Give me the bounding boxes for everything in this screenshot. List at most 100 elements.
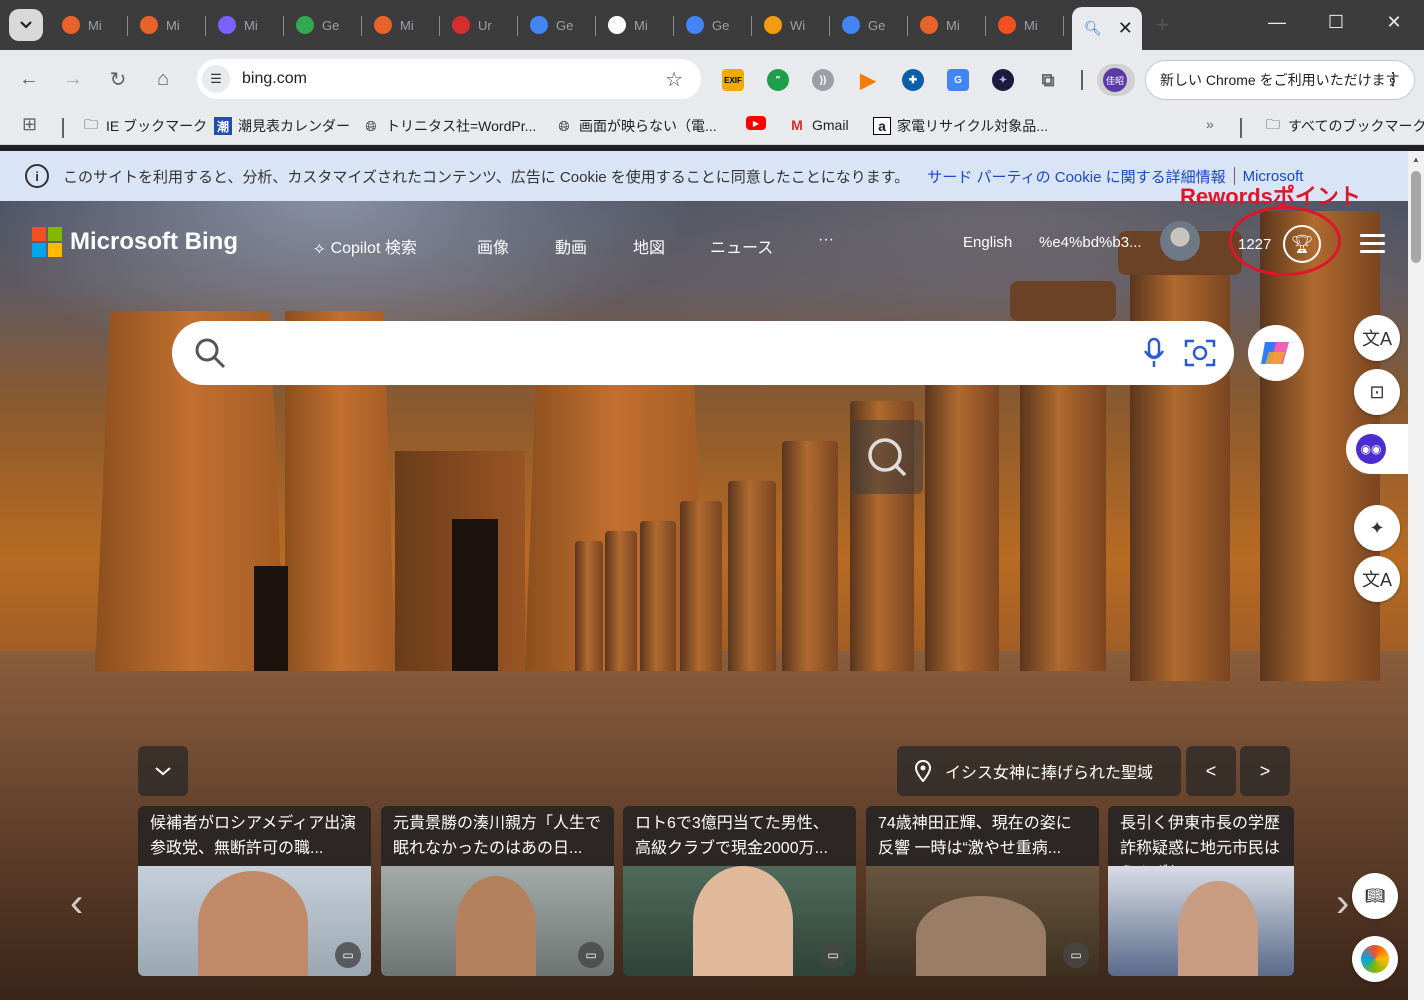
nav-images[interactable]: 画像 [477, 234, 509, 258]
url-text[interactable]: bing.com [242, 70, 307, 88]
nav-news[interactable]: ニュース [710, 234, 773, 258]
quote-extension-icon[interactable]: " [767, 69, 789, 91]
address-bar[interactable]: ☰ bing.com ☆ [197, 59, 701, 99]
browser-tab[interactable]: Ge [674, 6, 752, 44]
previous-image-button[interactable]: < [1186, 746, 1236, 796]
play-extension-icon[interactable]: ▶ [857, 69, 879, 92]
edge-feature-icon[interactable] [1352, 936, 1398, 982]
image-location-caption[interactable]: イシス女神に捧げられた聖域 [897, 746, 1181, 796]
news-card[interactable]: ロト6で3億円当てた男性、高級クラブで現金2000万... ▭ [623, 806, 856, 976]
apps-search-icon[interactable]: ⊡ [1354, 369, 1400, 415]
browser-tab[interactable]: Mi [908, 6, 986, 44]
scroll-up-icon[interactable]: ▲ [1412, 155, 1420, 164]
tab-title: Ur [478, 17, 492, 33]
reading-mode-icon[interactable]: 📖︎ [1352, 873, 1398, 919]
bookmark-star-icon[interactable]: ☆ [665, 67, 683, 92]
browser-tab[interactable]: Mi [50, 6, 128, 44]
bookmark-ie[interactable]: 🗀 IE ブックマーク [82, 116, 207, 136]
search-box[interactable] [172, 321, 1234, 385]
chrome-update-pill[interactable]: 新しい Chrome をご利用いただけます ⋮ [1145, 60, 1415, 100]
exif-extension-icon[interactable]: EXIF [722, 69, 744, 91]
close-window-icon[interactable]: ✕ [1382, 12, 1406, 33]
nav-more-button[interactable]: ··· [818, 231, 834, 249]
bookmark-screen[interactable]: 🌐︎ 画面が映らない（電... [555, 116, 716, 136]
nav-copilot-search[interactable]: ⟡ Copilot 検索 [314, 234, 417, 258]
nav-maps[interactable]: 地図 [633, 234, 665, 258]
browser-tab[interactable]: Ge [284, 6, 362, 44]
bookmark-youtube[interactable]: ▶ [746, 116, 766, 130]
compass-extension-icon[interactable]: ✚ [902, 69, 924, 91]
browser-tab[interactable]: Ge [518, 6, 596, 44]
bookmark-label: IE ブックマーク [106, 118, 208, 134]
news-card[interactable]: 元貴景勝の湊川親方「人生で眠れなかったのはあの日... ▭ [381, 806, 614, 976]
sparkle-extension-icon[interactable]: ✦ [992, 69, 1014, 91]
avatar: 佳昭 [1103, 68, 1127, 92]
read-icon[interactable]: ▭ [578, 942, 604, 968]
profile-button[interactable]: 佳昭 [1097, 64, 1135, 96]
bookmark-gmail[interactable]: M Gmail [788, 116, 848, 134]
scroll-thumb[interactable] [1411, 171, 1421, 263]
browser-tab[interactable]: Mi [986, 6, 1064, 44]
translate-icon[interactable]: 文A [1354, 315, 1400, 361]
apps-grid-icon[interactable]: ⊞ [22, 114, 37, 135]
news-card[interactable]: 長引く伊東市長の学歴詐称疑惑に地元市民はうんざり [1108, 806, 1294, 976]
browser-tab[interactable]: Mi [362, 6, 440, 44]
tab-title: Ge [556, 17, 574, 33]
read-icon[interactable]: ▭ [820, 942, 846, 968]
extensions-puzzle-icon[interactable]: ⧉ [1037, 69, 1059, 91]
news-card[interactable]: 74歳神田正輝、現在の姿に反響 一時は“激やせ重病... ▭ [866, 806, 1099, 976]
home-icon[interactable]: ⌂ [148, 64, 178, 94]
new-tab-button[interactable]: + [1156, 12, 1169, 38]
reload-icon[interactable]: ↻ [103, 64, 133, 94]
copilot-button[interactable] [1248, 325, 1304, 381]
page-scrollbar[interactable]: ▲ [1408, 151, 1424, 1000]
bing-logo[interactable]: Microsoft Bing [32, 227, 238, 257]
tab-search-button[interactable] [9, 9, 43, 41]
close-tab-icon[interactable]: ✕ [1118, 18, 1133, 39]
user-name[interactable]: %e4%bd%b3... [1039, 234, 1142, 251]
browser-toolbar: ← → ↻ ⌂ ☰ bing.com ☆ EXIF " )) ▶ ✚ G ✦ ⧉… [0, 50, 1424, 108]
bookmark-recycle[interactable]: a 家電リサイクル対象品... [873, 116, 1048, 136]
user-avatar[interactable] [1160, 221, 1200, 261]
news-prev-arrow-icon[interactable]: ‹ [70, 881, 83, 926]
news-next-arrow-icon[interactable]: › [1336, 881, 1349, 926]
site-info-icon[interactable]: ☰ [202, 65, 230, 93]
minimize-icon[interactable]: ― [1265, 12, 1289, 33]
nav-videos[interactable]: 動画 [555, 234, 587, 258]
bookmark-tide[interactable]: 潮潮見表カレンダー [214, 116, 350, 136]
tab-title: Ge [322, 17, 340, 33]
next-image-button[interactable]: > [1240, 746, 1290, 796]
hamburger-menu-icon[interactable] [1360, 234, 1385, 254]
more-menu-icon[interactable]: ⋮ [1384, 69, 1402, 90]
forward-icon[interactable]: → [58, 64, 88, 94]
quiz-search-icon[interactable] [851, 420, 923, 494]
bookmarks-overflow-icon[interactable]: » [1206, 116, 1214, 132]
browser-tab[interactable]: Mi [596, 6, 674, 44]
rss-extension-icon[interactable]: )) [812, 69, 834, 91]
translate-icon[interactable]: 文A [1354, 556, 1400, 602]
read-icon[interactable]: ▭ [335, 942, 361, 968]
translate-extension-icon[interactable]: G [947, 69, 969, 91]
browser-tab[interactable]: Ur [440, 6, 518, 44]
sparkle-ai-icon[interactable]: ✦ [1354, 505, 1400, 551]
bookmark-trinitas[interactable]: 🌐︎ トリニタス社=WordPr... [362, 116, 536, 136]
browser-tab[interactable]: Ge [830, 6, 908, 44]
assistant-tab[interactable]: ◉◉ [1346, 424, 1408, 474]
browser-tab[interactable]: Wi [752, 6, 830, 44]
browser-tab[interactable]: Mi [128, 6, 206, 44]
back-icon[interactable]: ← [14, 64, 44, 94]
read-icon[interactable]: ▭ [1063, 942, 1089, 968]
visual-search-icon[interactable] [1182, 335, 1218, 371]
nav-label: Copilot 検索 [330, 240, 417, 257]
assistant-face-icon: ◉◉ [1356, 434, 1386, 464]
tab-active[interactable]: 🔍︎ ✕ [1072, 7, 1142, 50]
browser-tab[interactable]: Mi [206, 6, 284, 44]
bookmark-label: 潮見表カレンダー [238, 118, 350, 134]
microphone-icon[interactable] [1142, 335, 1166, 371]
language-toggle[interactable]: English [963, 234, 1012, 251]
news-card[interactable]: 候補者がロシアメディア出演 参政党、無断許可の職... ▭ [138, 806, 371, 976]
collapse-news-button[interactable] [138, 746, 188, 796]
maximize-icon[interactable]: ☐ [1324, 12, 1348, 33]
bookmark-all[interactable]: 🗀 すべてのブックマーク [1264, 116, 1424, 136]
column [728, 481, 776, 671]
